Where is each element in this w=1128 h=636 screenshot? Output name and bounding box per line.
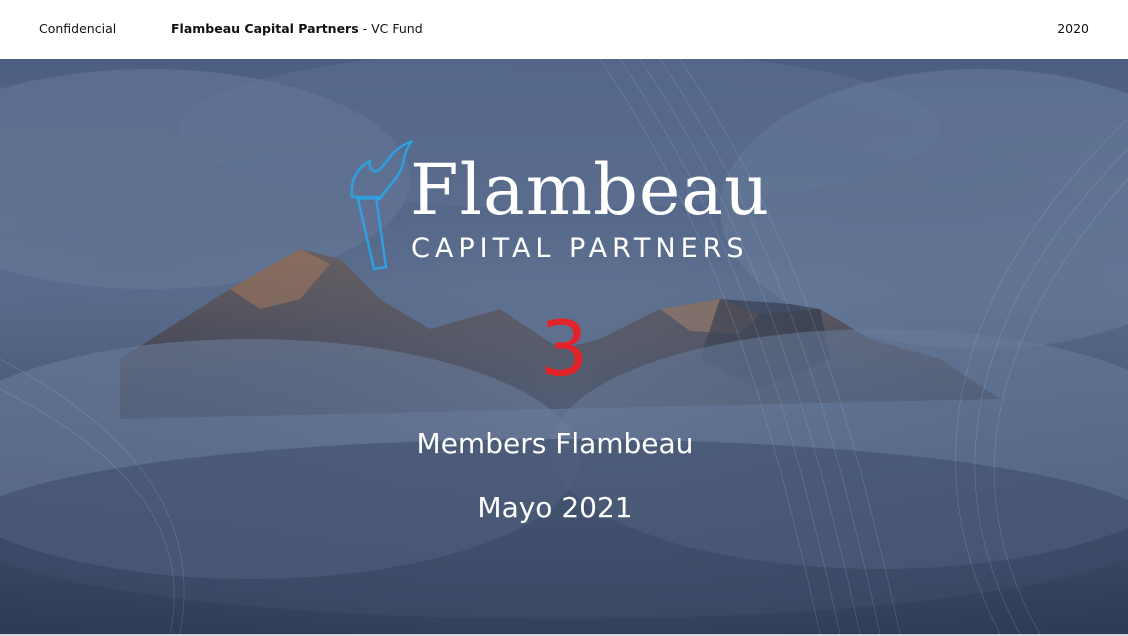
slide-date: Mayo 2021: [477, 491, 633, 524]
fund-label: - VC Fund: [358, 21, 423, 36]
hero-background-image: Flambeau CAPITAL PARTNERS 3 Members Flam…: [0, 59, 1128, 634]
company-label: Flambeau Capital Partners - VC Fund: [171, 21, 423, 36]
slide-number: 3: [539, 304, 589, 393]
confidential-label: Confidencial: [39, 21, 117, 36]
year-label: 2020: [1057, 21, 1089, 36]
company-name: Flambeau Capital Partners: [171, 21, 359, 36]
logo-name: Flambeau: [410, 149, 771, 231]
logo-tagline: CAPITAL PARTNERS: [411, 233, 749, 264]
slide-title: Members Flambeau: [416, 427, 694, 460]
slide-header: Confidencial Flambeau Capital Partners -…: [0, 0, 1128, 58]
